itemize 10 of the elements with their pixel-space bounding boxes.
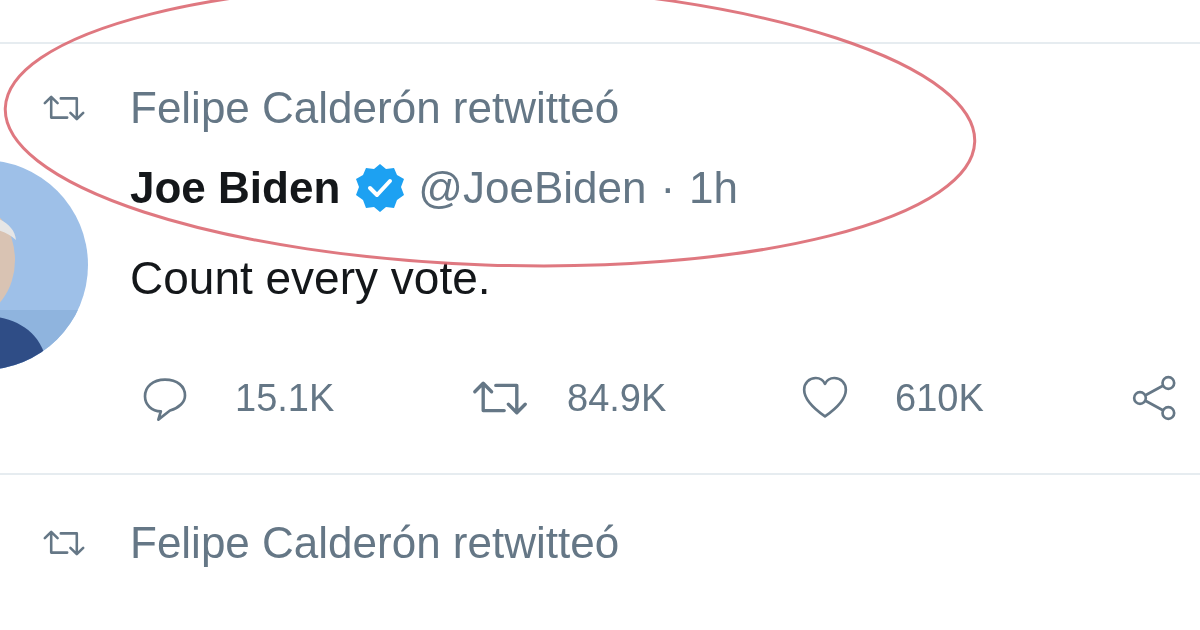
retweet-label: Felipe Calderón retwitteó (130, 83, 620, 133)
tweet-text: Count every vote. (130, 251, 492, 306)
retweet-label: Felipe Calderón retwitteó (130, 518, 620, 568)
retweet-count: 84.9K (567, 376, 667, 420)
author-name[interactable]: Joe Biden (130, 163, 341, 213)
tweet-time[interactable]: 1h (689, 163, 739, 213)
separator: · (660, 163, 676, 213)
author-handle[interactable]: @JoeBiden (418, 163, 647, 213)
like-count: 610K (895, 376, 984, 420)
reply-count: 15.1K (235, 376, 335, 420)
